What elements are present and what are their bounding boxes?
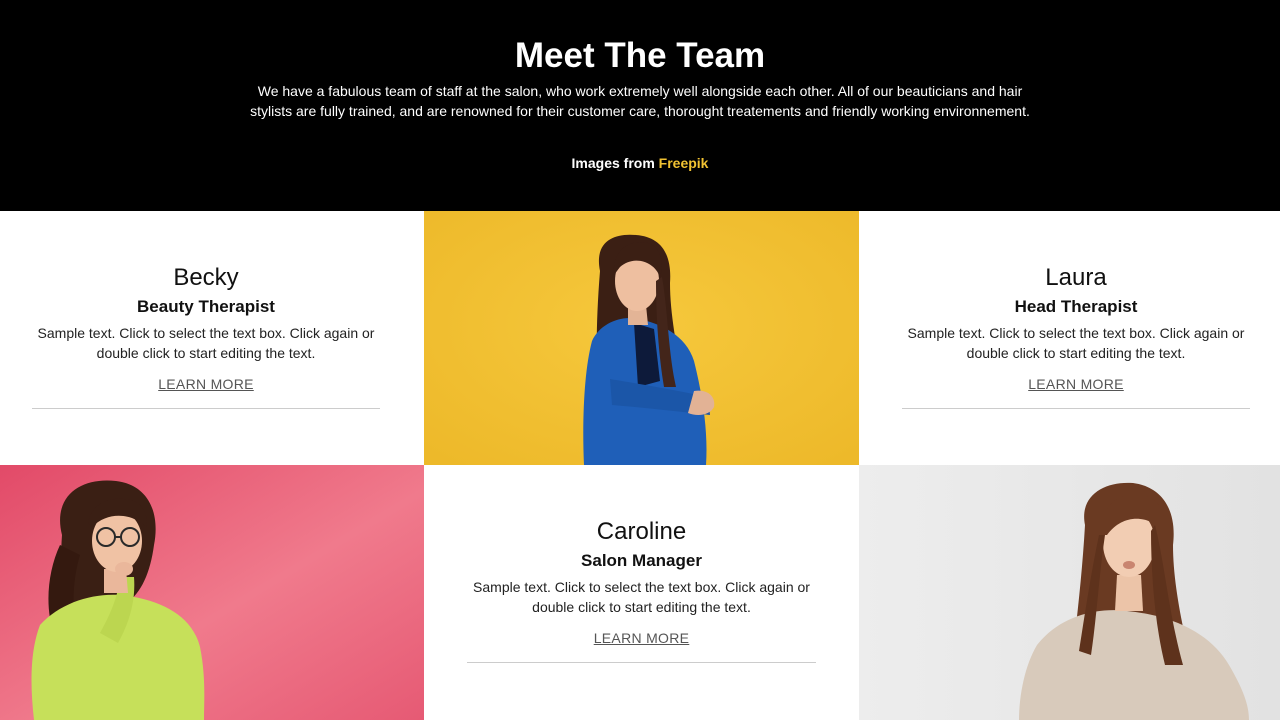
- card-content: Laura Head Therapist Sample text. Click …: [902, 263, 1250, 409]
- portrait-image: [859, 465, 1280, 720]
- divider: [467, 662, 816, 663]
- portrait-image: [424, 211, 859, 465]
- photo-woman-blue-blazer: [424, 211, 859, 465]
- member-description: Sample text. Click to select the text bo…: [473, 579, 810, 615]
- team-card-laura: Laura Head Therapist Sample text. Click …: [859, 211, 1280, 465]
- member-description: Sample text. Click to select the text bo…: [37, 325, 375, 361]
- member-role: Head Therapist: [1014, 297, 1138, 316]
- image-credit-prefix: Images from: [571, 155, 659, 171]
- team-card-becky: Becky Beauty Therapist Sample text. Clic…: [0, 211, 424, 465]
- page-header: Meet The Team We have a fabulous team of…: [0, 0, 1280, 211]
- learn-more-link[interactable]: LEARN MORE: [158, 376, 254, 392]
- divider: [902, 408, 1250, 409]
- card-content: Caroline Salon Manager Sample text. Clic…: [467, 517, 816, 663]
- team-card-caroline: Caroline Salon Manager Sample text. Clic…: [424, 465, 859, 720]
- photo-woman-green-sweater: [0, 465, 424, 720]
- divider: [32, 408, 380, 409]
- team-grid: Becky Beauty Therapist Sample text. Clic…: [0, 211, 1280, 720]
- learn-more-link[interactable]: LEARN MORE: [594, 630, 690, 646]
- member-description: Sample text. Click to select the text bo…: [907, 325, 1245, 361]
- member-name: Caroline: [596, 518, 687, 545]
- member-name: Laura: [1045, 264, 1107, 291]
- team-description: We have a fabulous team of staff at the …: [250, 83, 1030, 119]
- portrait-image: [0, 465, 424, 720]
- member-name: Becky: [173, 264, 239, 291]
- learn-more-link[interactable]: LEARN MORE: [1028, 376, 1124, 392]
- photo-woman-beige-sweater: [859, 465, 1280, 720]
- freepik-link[interactable]: Freepik: [659, 155, 709, 171]
- page-title: Meet The Team: [514, 36, 766, 75]
- member-role: Beauty Therapist: [137, 297, 275, 316]
- member-role: Salon Manager: [581, 551, 702, 570]
- card-content: Becky Beauty Therapist Sample text. Clic…: [32, 263, 380, 409]
- image-credit: Images from Freepik: [0, 153, 1280, 173]
